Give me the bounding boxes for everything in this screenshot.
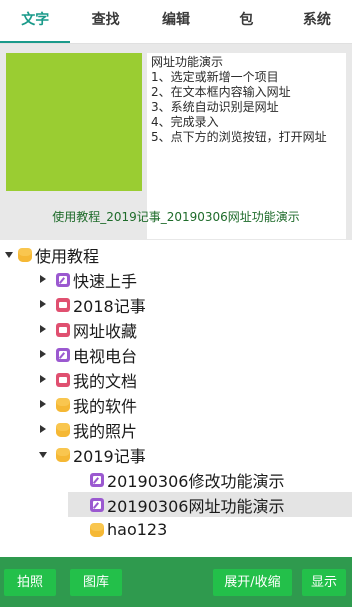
collapsed-arrow-icon[interactable] — [38, 417, 48, 442]
tree-item-url-demo[interactable]: 20190306网址功能演示 — [0, 492, 352, 517]
top-tab-bar: 文字 查找 编辑 包 系统 — [0, 0, 352, 44]
preview-line: 3、系统自动识别是网址 — [151, 100, 279, 114]
preview-image[interactable] — [6, 53, 142, 191]
preview-line: 4、完成录入 — [151, 115, 219, 129]
item-path-caption: 使用教程_2019记事_20190306网址功能演示 — [52, 210, 300, 224]
tree-item-label: 快速上手 — [73, 271, 138, 291]
tab-search[interactable]: 查找 — [70, 0, 140, 44]
preview-line: 1、选定或新增一个项目 — [151, 70, 279, 84]
folder-icon — [56, 447, 70, 462]
collapsed-arrow-icon[interactable] — [38, 342, 48, 367]
item-tree: 使用教程 快速上手 2018记事 网址收藏 电视电台 我的文档 我的软件 我的照… — [0, 240, 352, 557]
tree-item-label: 我的文档 — [73, 371, 138, 391]
tree-item-label: 我的照片 — [73, 421, 138, 441]
preview-line: 网址功能演示 — [151, 55, 224, 69]
tree-item-label: 2019记事 — [73, 446, 146, 466]
bottom-toolbar: 拍照 图库 展开/收缩 显示 — [0, 557, 352, 607]
tree-item-software[interactable]: 我的软件 — [38, 392, 137, 417]
collapsed-arrow-icon[interactable] — [38, 317, 48, 342]
tree-root[interactable]: 使用教程 — [4, 242, 99, 267]
gallery-button[interactable]: 图库 — [70, 569, 122, 596]
tree-item-label: 我的软件 — [73, 396, 138, 416]
folder-icon — [56, 422, 70, 437]
tree-item-label: 网址收藏 — [73, 321, 138, 341]
tab-package[interactable]: 包 — [211, 0, 281, 44]
folder-icon — [90, 522, 104, 537]
tree-item-quick-start[interactable]: 快速上手 — [38, 267, 137, 292]
book-icon — [56, 297, 70, 312]
tree-item-modify-demo[interactable]: 20190306修改功能演示 — [90, 467, 284, 492]
collapsed-arrow-icon[interactable] — [38, 292, 48, 317]
tree-item-2018[interactable]: 2018记事 — [38, 292, 146, 317]
expanded-arrow-icon[interactable] — [38, 442, 48, 467]
tree-item-documents[interactable]: 我的文档 — [38, 367, 137, 392]
tab-edit[interactable]: 编辑 — [141, 0, 211, 44]
folder-icon — [56, 397, 70, 412]
tree-item-label: 2018记事 — [73, 296, 146, 316]
preview-panel: 网址功能演示 1、选定或新增一个项目 2、在文本框内容输入网址 3、系统自动识别… — [0, 44, 352, 240]
tree-item-label: 电视电台 — [73, 346, 138, 366]
tab-system[interactable]: 系统 — [282, 0, 352, 44]
collapsed-arrow-icon[interactable] — [38, 392, 48, 417]
show-button[interactable]: 显示 — [302, 569, 346, 596]
tree-item-2019[interactable]: 2019记事 — [38, 442, 146, 467]
expand-collapse-button[interactable]: 展开/收缩 — [213, 569, 292, 596]
tree-item-hao123[interactable]: hao123 — [90, 517, 167, 542]
tab-text[interactable]: 文字 — [0, 0, 71, 44]
note-icon — [56, 347, 70, 362]
tree-item-tv-radio[interactable]: 电视电台 — [38, 342, 137, 367]
note-icon — [90, 472, 104, 487]
tree-item-label: 使用教程 — [35, 246, 100, 266]
note-icon — [56, 272, 70, 287]
book-icon — [56, 372, 70, 387]
tree-item-label: 20190306网址功能演示 — [107, 496, 285, 516]
collapsed-arrow-icon[interactable] — [38, 367, 48, 392]
tree-item-label: 20190306修改功能演示 — [107, 471, 285, 491]
collapsed-arrow-icon[interactable] — [38, 267, 48, 292]
book-icon — [56, 322, 70, 337]
preview-line: 2、在文本框内容输入网址 — [151, 85, 291, 99]
folder-icon — [18, 247, 32, 262]
preview-line: 5、点下方的浏览按钮，打开网址 — [151, 130, 327, 144]
tree-item-photos[interactable]: 我的照片 — [38, 417, 137, 442]
note-icon — [90, 497, 104, 512]
photo-button[interactable]: 拍照 — [4, 569, 56, 596]
tree-item-label: hao123 — [107, 520, 168, 539]
expanded-arrow-icon[interactable] — [4, 242, 14, 267]
tree-item-bookmarks[interactable]: 网址收藏 — [38, 317, 137, 342]
